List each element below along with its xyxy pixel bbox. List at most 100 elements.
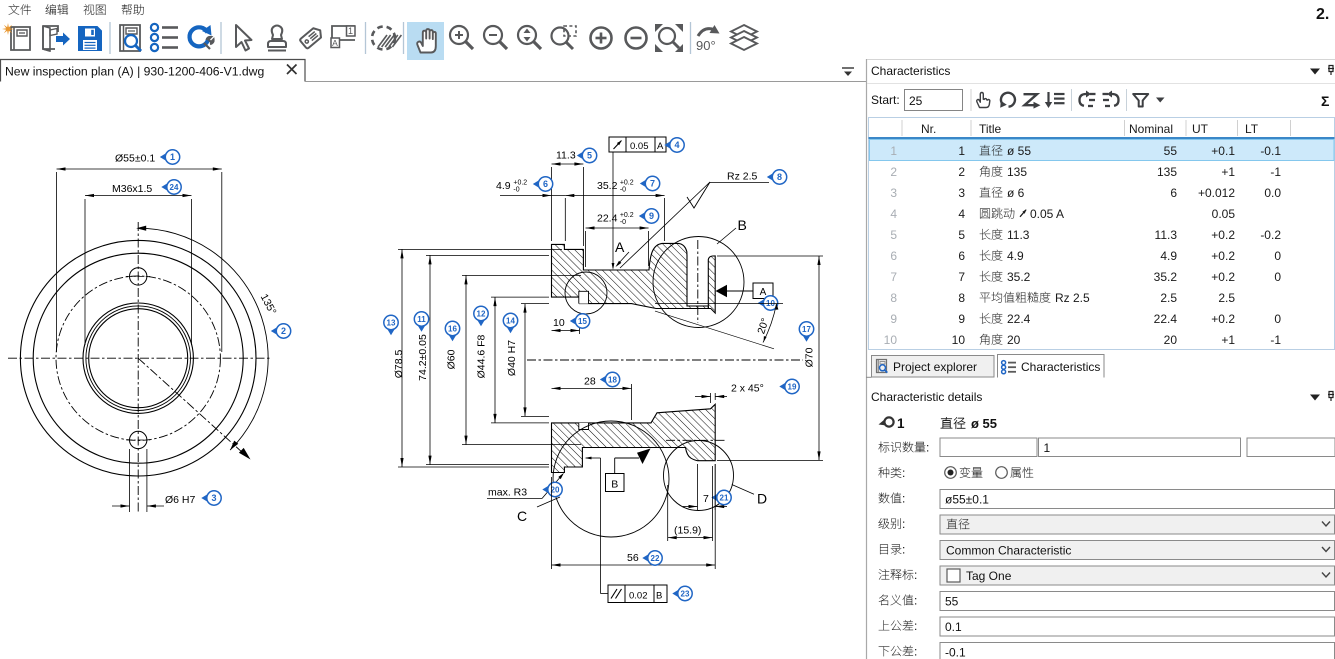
svg-text:0: 0 <box>1274 249 1281 263</box>
svg-text:11: 11 <box>417 315 426 324</box>
svg-text:Project explorer: Project explorer <box>893 360 977 374</box>
svg-text::: : <box>902 466 905 480</box>
svg-text:20: 20 <box>1007 333 1021 347</box>
svg-text:35.2: 35.2 <box>597 180 618 192</box>
svg-text:22: 22 <box>651 554 660 563</box>
svg-text:-0: -0 <box>620 187 626 194</box>
svg-text:9: 9 <box>958 312 965 326</box>
svg-text:56: 56 <box>627 552 639 564</box>
svg-text:Ø70: Ø70 <box>804 347 816 367</box>
svg-text:1: 1 <box>890 144 897 158</box>
svg-text:+0.2: +0.2 <box>1211 270 1235 284</box>
svg-text:22.4: 22.4 <box>597 213 618 225</box>
svg-text:Nominal: Nominal <box>1129 122 1173 136</box>
svg-text:B: B <box>656 591 662 602</box>
svg-text:0.05: 0.05 <box>1212 207 1236 221</box>
svg-text:90°: 90° <box>696 38 716 53</box>
svg-text:(15.9): (15.9) <box>674 525 701 537</box>
svg-text:2.: 2. <box>1316 6 1329 23</box>
svg-text:Characteristics: Characteristics <box>1021 360 1100 374</box>
svg-text:12: 12 <box>477 310 486 319</box>
svg-text:23: 23 <box>681 590 690 599</box>
svg-text:UT: UT <box>1192 122 1209 136</box>
svg-text:-1: -1 <box>1270 333 1281 347</box>
svg-text:3: 3 <box>890 186 897 200</box>
svg-text:135: 135 <box>1157 165 1177 179</box>
svg-text:0.05: 0.05 <box>630 141 649 152</box>
svg-text:Ø78.5: Ø78.5 <box>393 350 405 379</box>
svg-text:A: A <box>657 141 664 152</box>
svg-text:+0.2: +0.2 <box>1211 312 1235 326</box>
svg-text:-1: -1 <box>1270 165 1281 179</box>
svg-text:135: 135 <box>1007 165 1027 179</box>
svg-text:11.3: 11.3 <box>556 150 576 162</box>
svg-text:3: 3 <box>211 493 216 503</box>
svg-text:6: 6 <box>543 179 548 189</box>
svg-text:ø 55: ø 55 <box>1007 144 1031 158</box>
svg-text::: : <box>914 619 917 633</box>
svg-text:9: 9 <box>890 312 897 326</box>
svg-text:Ø40 H7: Ø40 H7 <box>506 340 518 376</box>
svg-text:M36x1.5: M36x1.5 <box>112 183 152 195</box>
svg-text::: : <box>914 594 917 608</box>
svg-text:B: B <box>611 479 618 491</box>
svg-text:A: A <box>760 287 767 298</box>
svg-text:5: 5 <box>587 151 592 161</box>
svg-text:0.1: 0.1 <box>945 620 962 634</box>
svg-text:13: 13 <box>387 319 396 328</box>
svg-text:7: 7 <box>650 179 655 189</box>
svg-text::: : <box>902 517 905 531</box>
svg-text:Ø44.6 F8: Ø44.6 F8 <box>476 334 488 378</box>
svg-text:Tag One: Tag One <box>966 569 1012 583</box>
svg-text:3: 3 <box>958 186 965 200</box>
svg-text:New inspection plan (A) | 930-: New inspection plan (A) | 930-1200-406-V… <box>5 65 264 79</box>
svg-text:55: 55 <box>1164 144 1178 158</box>
svg-text:1: 1 <box>1044 441 1051 455</box>
svg-text:24: 24 <box>170 183 179 192</box>
svg-text:Rz 2.5: Rz 2.5 <box>727 171 758 183</box>
svg-text:-0: -0 <box>620 219 626 226</box>
svg-text:4.9: 4.9 <box>1007 249 1024 263</box>
svg-text:18: 18 <box>608 376 617 385</box>
svg-text:0: 0 <box>1274 312 1281 326</box>
svg-text:Start:: Start: <box>871 93 900 107</box>
svg-text:ø 6: ø 6 <box>1007 186 1025 200</box>
svg-text:25: 25 <box>909 94 923 108</box>
svg-text:Characteristic details: Characteristic details <box>871 390 982 404</box>
svg-text:Ø60: Ø60 <box>446 349 458 369</box>
svg-text:7: 7 <box>890 270 897 284</box>
svg-text:+0.2: +0.2 <box>513 180 527 187</box>
svg-text:0.0: 0.0 <box>1264 186 1281 200</box>
svg-text:4.9: 4.9 <box>1160 249 1177 263</box>
svg-text:22.4: 22.4 <box>1007 312 1031 326</box>
svg-text::: : <box>926 441 929 455</box>
svg-text:C: C <box>517 508 527 524</box>
svg-text:B: B <box>738 217 747 233</box>
svg-text:4: 4 <box>674 140 679 150</box>
svg-text:+0.2: +0.2 <box>620 180 634 187</box>
svg-text:5: 5 <box>958 228 965 242</box>
svg-text:+0.2: +0.2 <box>1211 249 1235 263</box>
svg-text:6: 6 <box>1170 186 1177 200</box>
svg-text:Ø55±0.1: Ø55±0.1 <box>115 153 155 165</box>
svg-text:6: 6 <box>958 249 965 263</box>
svg-text:Σ: Σ <box>1321 93 1329 109</box>
svg-text:2: 2 <box>958 165 965 179</box>
svg-text:5: 5 <box>890 228 897 242</box>
svg-text:0: 0 <box>1274 270 1281 284</box>
svg-text:28: 28 <box>584 376 596 388</box>
svg-text:Title: Title <box>979 122 1002 136</box>
svg-text:4: 4 <box>958 207 965 221</box>
svg-text::: : <box>902 492 905 506</box>
svg-text:+1: +1 <box>1221 333 1235 347</box>
svg-text:ø 55: ø 55 <box>971 416 997 431</box>
svg-text:9: 9 <box>649 211 654 221</box>
svg-text:19: 19 <box>788 383 797 392</box>
svg-text:74.2±0.05: 74.2±0.05 <box>417 334 429 381</box>
svg-text:1: 1 <box>170 152 175 162</box>
svg-text:11.3: 11.3 <box>1155 228 1178 242</box>
svg-text:LT: LT <box>1245 122 1259 136</box>
svg-text:10: 10 <box>553 317 565 329</box>
svg-text:ø55±0.1: ø55±0.1 <box>945 493 989 507</box>
svg-text:-0.1: -0.1 <box>945 646 966 659</box>
